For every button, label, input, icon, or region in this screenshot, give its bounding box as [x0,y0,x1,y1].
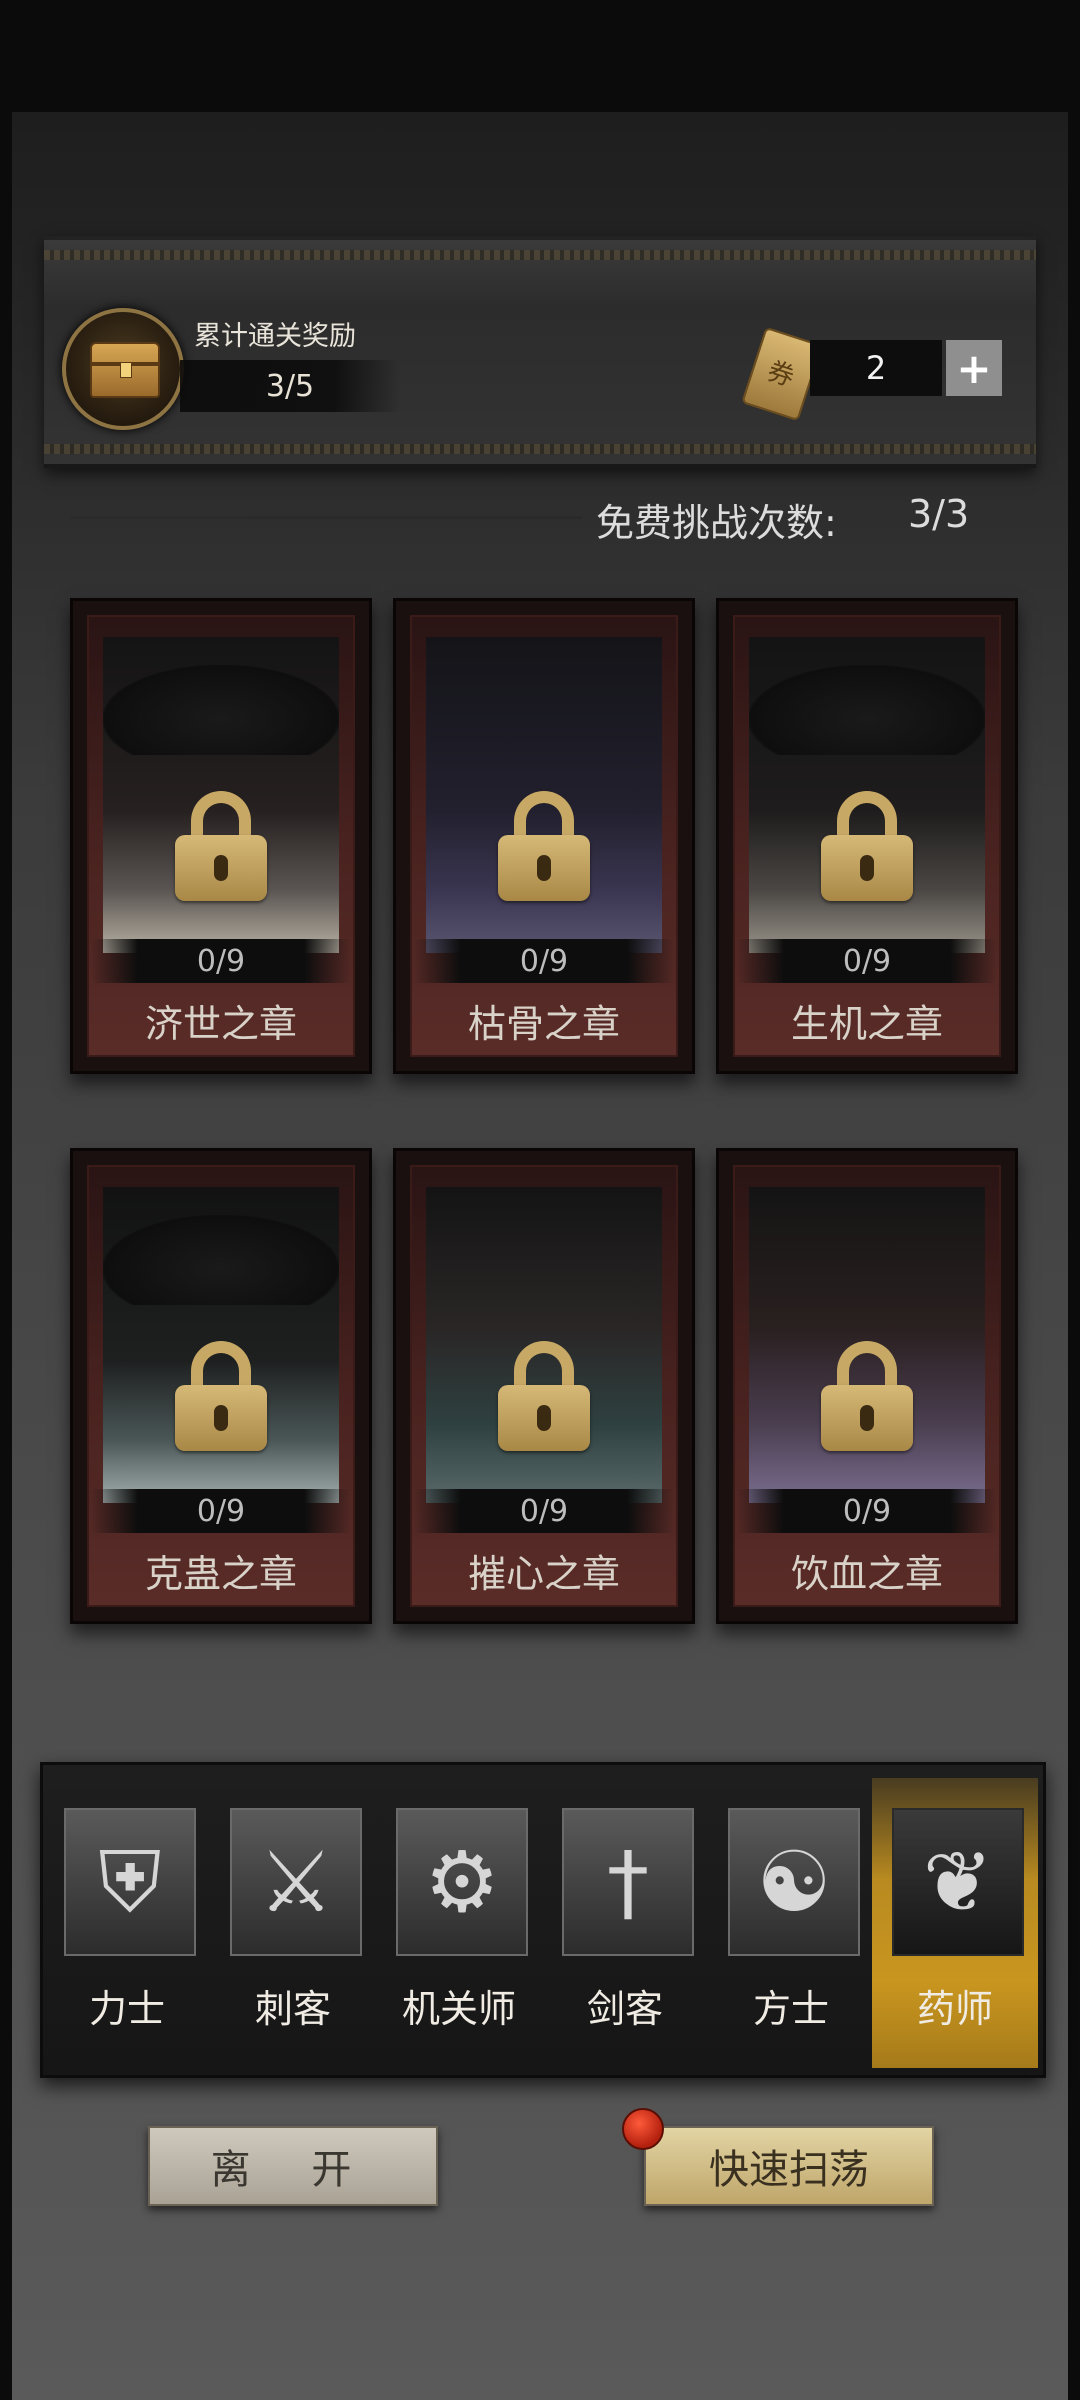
reward-progress: 3/5 [180,360,400,412]
chapter-progress: 0/9 [91,1489,351,1533]
add-ticket-button[interactable]: + [946,340,1002,396]
tab-lishi[interactable]: ⛨ 力士 [44,1778,210,2068]
tab-label: 剑客 [586,1987,663,2031]
banner-bottom-trim [44,444,1036,454]
tab-label: 药师 [916,1987,993,2031]
ticket-count: 2 [810,340,942,396]
tab-icon-glyph: † [607,1833,649,1931]
free-challenge-label: 免费挑战次数: [596,501,837,545]
chapter-card[interactable]: 0/9 济世之章 [70,598,372,1074]
reward-title: 累计通关奖励 [194,321,356,352]
chapter-title: 枯骨之章 [467,1002,620,1046]
chapter-progress: 0/9 [91,939,351,983]
chapter-title: 克蛊之章 [144,1552,297,1596]
tab-icon-glyph: ⚔ [258,1833,334,1931]
chapter-title: 济世之章 [144,1002,297,1046]
lock-icon [498,1341,590,1451]
tab-icon-glyph: ☯ [756,1833,832,1931]
leave-button[interactable]: 离 开 [148,2126,438,2206]
tab-cike[interactable]: ⚔ 刺客 [210,1778,376,2068]
tab-yaoshi[interactable]: ❦ 药师 [872,1778,1038,2068]
tab-label: 机关师 [401,1987,516,2031]
banner-top-trim [44,250,1036,260]
lock-icon [821,1341,913,1451]
yin-yang-icon: ☯ [728,1808,860,1956]
chapter-card[interactable]: 0/9 枯骨之章 [393,598,695,1074]
tab-icon-glyph: ⚙ [424,1833,500,1931]
chapter-card[interactable]: 0/9 生机之章 [716,598,1018,1074]
sword-icon: † [562,1808,694,1956]
lock-icon [498,791,590,901]
divider-line [70,516,582,519]
lock-icon [175,1341,267,1451]
tab-jiguanshi[interactable]: ⚙ 机关师 [376,1778,542,2068]
shield-eye-icon: ⛨ [64,1808,196,1956]
chapter-title: 生机之章 [790,1002,943,1046]
ticket-glyph: 券 [763,356,798,393]
tab-jianke[interactable]: † 剑客 [542,1778,708,2068]
chapter-title: 饮血之章 [790,1552,943,1596]
tab-fangshi[interactable]: ☯ 方士 [708,1778,874,2068]
chapter-card[interactable]: 0/9 摧心之章 [393,1148,695,1624]
free-challenge-value: 3/3 [908,492,970,536]
lock-icon [821,791,913,901]
chapter-card[interactable]: 0/9 克蛊之章 [70,1148,372,1624]
tab-label: 刺客 [254,1987,331,2031]
chapter-progress: 0/9 [737,939,997,983]
blade-icon: ⚔ [230,1808,362,1956]
gear-icon: ⚙ [396,1808,528,1956]
tab-label: 力士 [88,1987,165,2031]
chapter-progress: 0/9 [414,1489,674,1533]
chapter-card[interactable]: 0/9 饮血之章 [716,1148,1018,1624]
chapter-progress: 0/9 [414,939,674,983]
tab-label: 方士 [752,1987,829,2031]
chapter-title: 摧心之章 [467,1552,620,1596]
lock-icon [175,791,267,901]
tab-icon-glyph: ❦ [922,1833,994,1931]
chest-graphic [90,342,160,398]
herb-cauldron-icon: ❦ [892,1808,1024,1956]
quick-sweep-button[interactable]: 快速扫荡 [644,2126,934,2206]
notification-dot [622,2108,664,2150]
reward-chest-icon[interactable] [62,308,184,430]
tab-icon-glyph: ⛨ [98,1833,162,1931]
chapter-progress: 0/9 [737,1489,997,1533]
